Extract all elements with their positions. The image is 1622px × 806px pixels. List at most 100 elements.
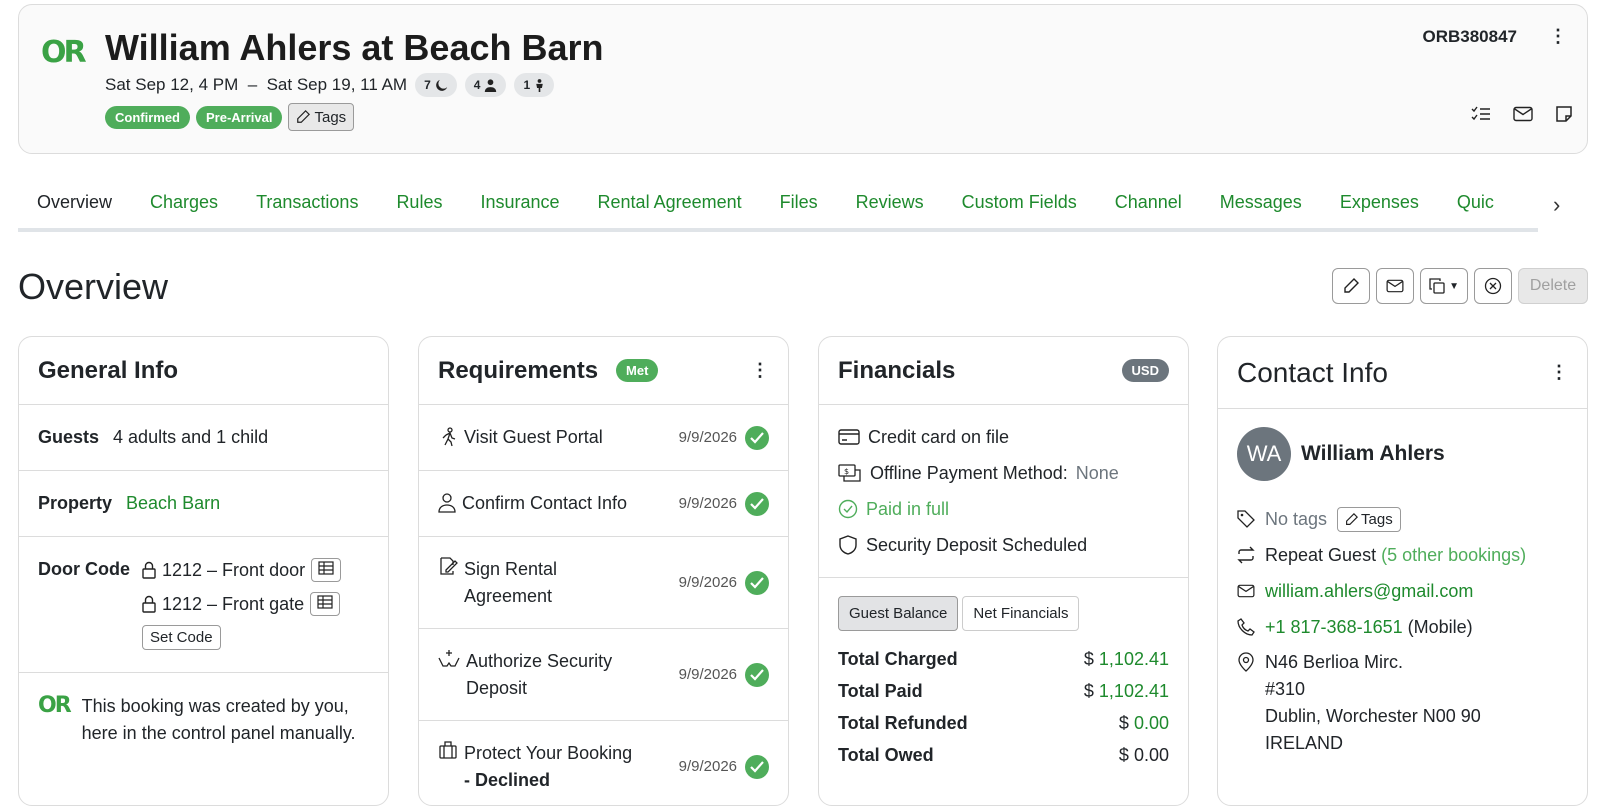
adults-pill: 4 bbox=[464, 73, 507, 97]
contact-person: WA William Ahlers bbox=[1237, 427, 1568, 481]
phone-link[interactable]: +1 817-368-1651 bbox=[1265, 617, 1403, 637]
other-bookings-link[interactable]: (5 other bookings) bbox=[1381, 545, 1526, 565]
tab-rules[interactable]: Rules bbox=[377, 180, 461, 228]
requirement-sublabel: - Declined bbox=[464, 769, 551, 790]
guest-balance-toggle[interactable]: Guest Balance bbox=[838, 596, 959, 631]
door-code-table-button[interactable] bbox=[311, 558, 342, 582]
copy-dropdown-button[interactable]: ▼ bbox=[1420, 268, 1468, 304]
tab-charges[interactable]: Charges bbox=[131, 180, 237, 228]
total-row: Total Paid $ 1,102.41 bbox=[838, 675, 1169, 707]
requirement-item[interactable]: Authorize Security Deposit 9/9/2026 bbox=[419, 629, 788, 721]
property-link[interactable]: Beach Barn bbox=[126, 493, 220, 514]
set-code-button[interactable]: Set Code bbox=[142, 625, 221, 650]
total-label: Total Paid bbox=[838, 680, 923, 701]
door-code-item: 1212 – Front door bbox=[142, 553, 342, 587]
contact-tags-button[interactable]: Tags bbox=[1337, 506, 1401, 532]
door-code-table-button[interactable] bbox=[310, 592, 341, 616]
total-label: Total Refunded bbox=[838, 712, 968, 733]
total-row: Total Charged $ 1,102.41 bbox=[838, 643, 1169, 675]
page-title: Overview bbox=[18, 266, 169, 307]
contact-more-menu-icon[interactable]: ⋮ bbox=[1550, 362, 1568, 383]
pencil-icon bbox=[1346, 512, 1359, 525]
total-amount: 0.00 bbox=[1133, 712, 1169, 733]
tab-messages[interactable]: Messages bbox=[1201, 180, 1321, 228]
checklist-icon[interactable] bbox=[1471, 105, 1491, 123]
tab-rental-agreement[interactable]: Rental Agreement bbox=[579, 180, 761, 228]
status-badge-pre-arrival: Pre-Arrival bbox=[196, 105, 283, 129]
tab-expenses[interactable]: Expenses bbox=[1321, 180, 1438, 228]
door-code-text: 1212 – Front door bbox=[162, 559, 306, 580]
edit-button[interactable] bbox=[1332, 268, 1371, 304]
requirement-label: Confirm Contact Info bbox=[462, 493, 628, 513]
email-button[interactable] bbox=[1376, 268, 1415, 304]
sticky-note-icon[interactable] bbox=[1555, 105, 1573, 123]
check-circle-outline-icon bbox=[838, 499, 858, 519]
booking-id: ORB380847 bbox=[1422, 27, 1517, 46]
requirements-more-menu-icon[interactable]: ⋮ bbox=[751, 360, 769, 381]
property-label: Property bbox=[38, 493, 113, 513]
header-more-menu-icon[interactable]: ⋮ bbox=[1549, 27, 1567, 45]
repeat-guest-label: Repeat Guest bbox=[1265, 544, 1377, 565]
cash-icon: $ bbox=[838, 464, 861, 482]
requirement-date: 9/9/2026 bbox=[678, 429, 737, 446]
requirement-label: Authorize Security bbox=[466, 650, 613, 671]
chevron-right-icon[interactable]: › bbox=[1553, 192, 1560, 218]
tab-insurance[interactable]: Insurance bbox=[461, 180, 578, 228]
table-icon bbox=[317, 595, 333, 609]
email-link[interactable]: william.ahlers@gmail.com bbox=[1265, 581, 1473, 602]
tab-overview[interactable]: Overview bbox=[18, 180, 131, 228]
svg-text:$: $ bbox=[844, 467, 849, 476]
requirements-card: Requirements Met ⋮ Visit Guest Portal 9/9… bbox=[418, 336, 789, 806]
contact-address: N46 Berlioa Mirc. #310 Dublin, Worcheste… bbox=[1237, 649, 1568, 757]
tab-transactions[interactable]: Transactions bbox=[237, 180, 377, 228]
tab-files[interactable]: Files bbox=[761, 180, 837, 228]
booking-dates: Sat Sep 12, 4 PM – Sat Sep 19, 11 AM 7 4… bbox=[105, 73, 555, 97]
requirement-item[interactable]: Visit Guest Portal 9/9/2026 bbox=[419, 405, 788, 471]
delete-button[interactable]: Delete bbox=[1518, 268, 1588, 304]
booking-tabs: Overview Charges Transactions Rules Insu… bbox=[18, 180, 1538, 232]
no-tags-text: No tags bbox=[1265, 508, 1328, 529]
offline-payment-value: None bbox=[1075, 462, 1119, 483]
general-info-card: General Info Guests 4 adults and 1 child… bbox=[18, 336, 389, 806]
paid-status-text: Paid in full bbox=[866, 498, 950, 519]
total-amount: 1,102.41 bbox=[1098, 680, 1169, 701]
deposit-status-text: Security Deposit Scheduled bbox=[866, 534, 1088, 555]
tab-reviews[interactable]: Reviews bbox=[837, 180, 943, 228]
tab-channel[interactable]: Channel bbox=[1096, 180, 1201, 228]
credit-card-icon bbox=[838, 429, 860, 445]
children-count: 1 bbox=[523, 78, 531, 92]
address-line: Dublin, Worchester N00 90 bbox=[1265, 706, 1481, 726]
edit-tags-button[interactable]: Tags bbox=[288, 103, 355, 131]
person-outline-icon bbox=[438, 493, 456, 513]
contact-tags: No tags Tags bbox=[1237, 501, 1568, 537]
net-financials-toggle[interactable]: Net Financials bbox=[962, 596, 1080, 631]
requirement-item[interactable]: Sign Rental Agreement 9/9/2026 bbox=[419, 537, 788, 629]
table-icon bbox=[318, 561, 334, 575]
envelope-icon[interactable] bbox=[1513, 105, 1533, 123]
door-code-item: 1212 – Front gate bbox=[142, 587, 341, 621]
contact-info-card: Contact Info ⋮ WA William Ahlers No tags… bbox=[1217, 336, 1588, 806]
requirement-item[interactable]: Confirm Contact Info 9/9/2026 bbox=[419, 471, 788, 537]
address-line: IRELAND bbox=[1265, 733, 1344, 753]
financials-title: Financials bbox=[838, 356, 956, 384]
status-badge-confirmed: Confirmed bbox=[105, 105, 190, 129]
payment-status-section: Credit card on file $ Offline Payment Met… bbox=[819, 405, 1188, 578]
financials-card: Financials USD Credit card on file $ Offl… bbox=[818, 336, 1189, 806]
contact-name: William Ahlers bbox=[1301, 442, 1445, 465]
map-pin-icon bbox=[1238, 652, 1254, 672]
door-code-label: Door Code bbox=[38, 559, 130, 579]
requirement-item[interactable]: Protect Your Booking - Declined 9/9/2026 bbox=[419, 721, 788, 805]
cancel-booking-button[interactable] bbox=[1474, 268, 1512, 304]
requirement-label: Protect Your Booking bbox=[464, 742, 633, 763]
tab-quick[interactable]: Quic bbox=[1438, 180, 1513, 228]
total-amount: 1,102.41 bbox=[1098, 648, 1169, 669]
check-circle-icon bbox=[745, 754, 769, 779]
hand-holding-icon bbox=[438, 649, 460, 667]
requirements-header: Requirements Met ⋮ bbox=[419, 337, 788, 405]
tab-custom-fields[interactable]: Custom Fields bbox=[943, 180, 1096, 228]
walking-icon bbox=[442, 427, 456, 447]
adults-count: 4 bbox=[473, 78, 481, 92]
contact-phone: +1 817-368-1651 (Mobile) bbox=[1237, 609, 1568, 645]
lock-icon bbox=[142, 561, 156, 579]
offline-payment: $ Offline Payment Method: None bbox=[838, 455, 1169, 491]
